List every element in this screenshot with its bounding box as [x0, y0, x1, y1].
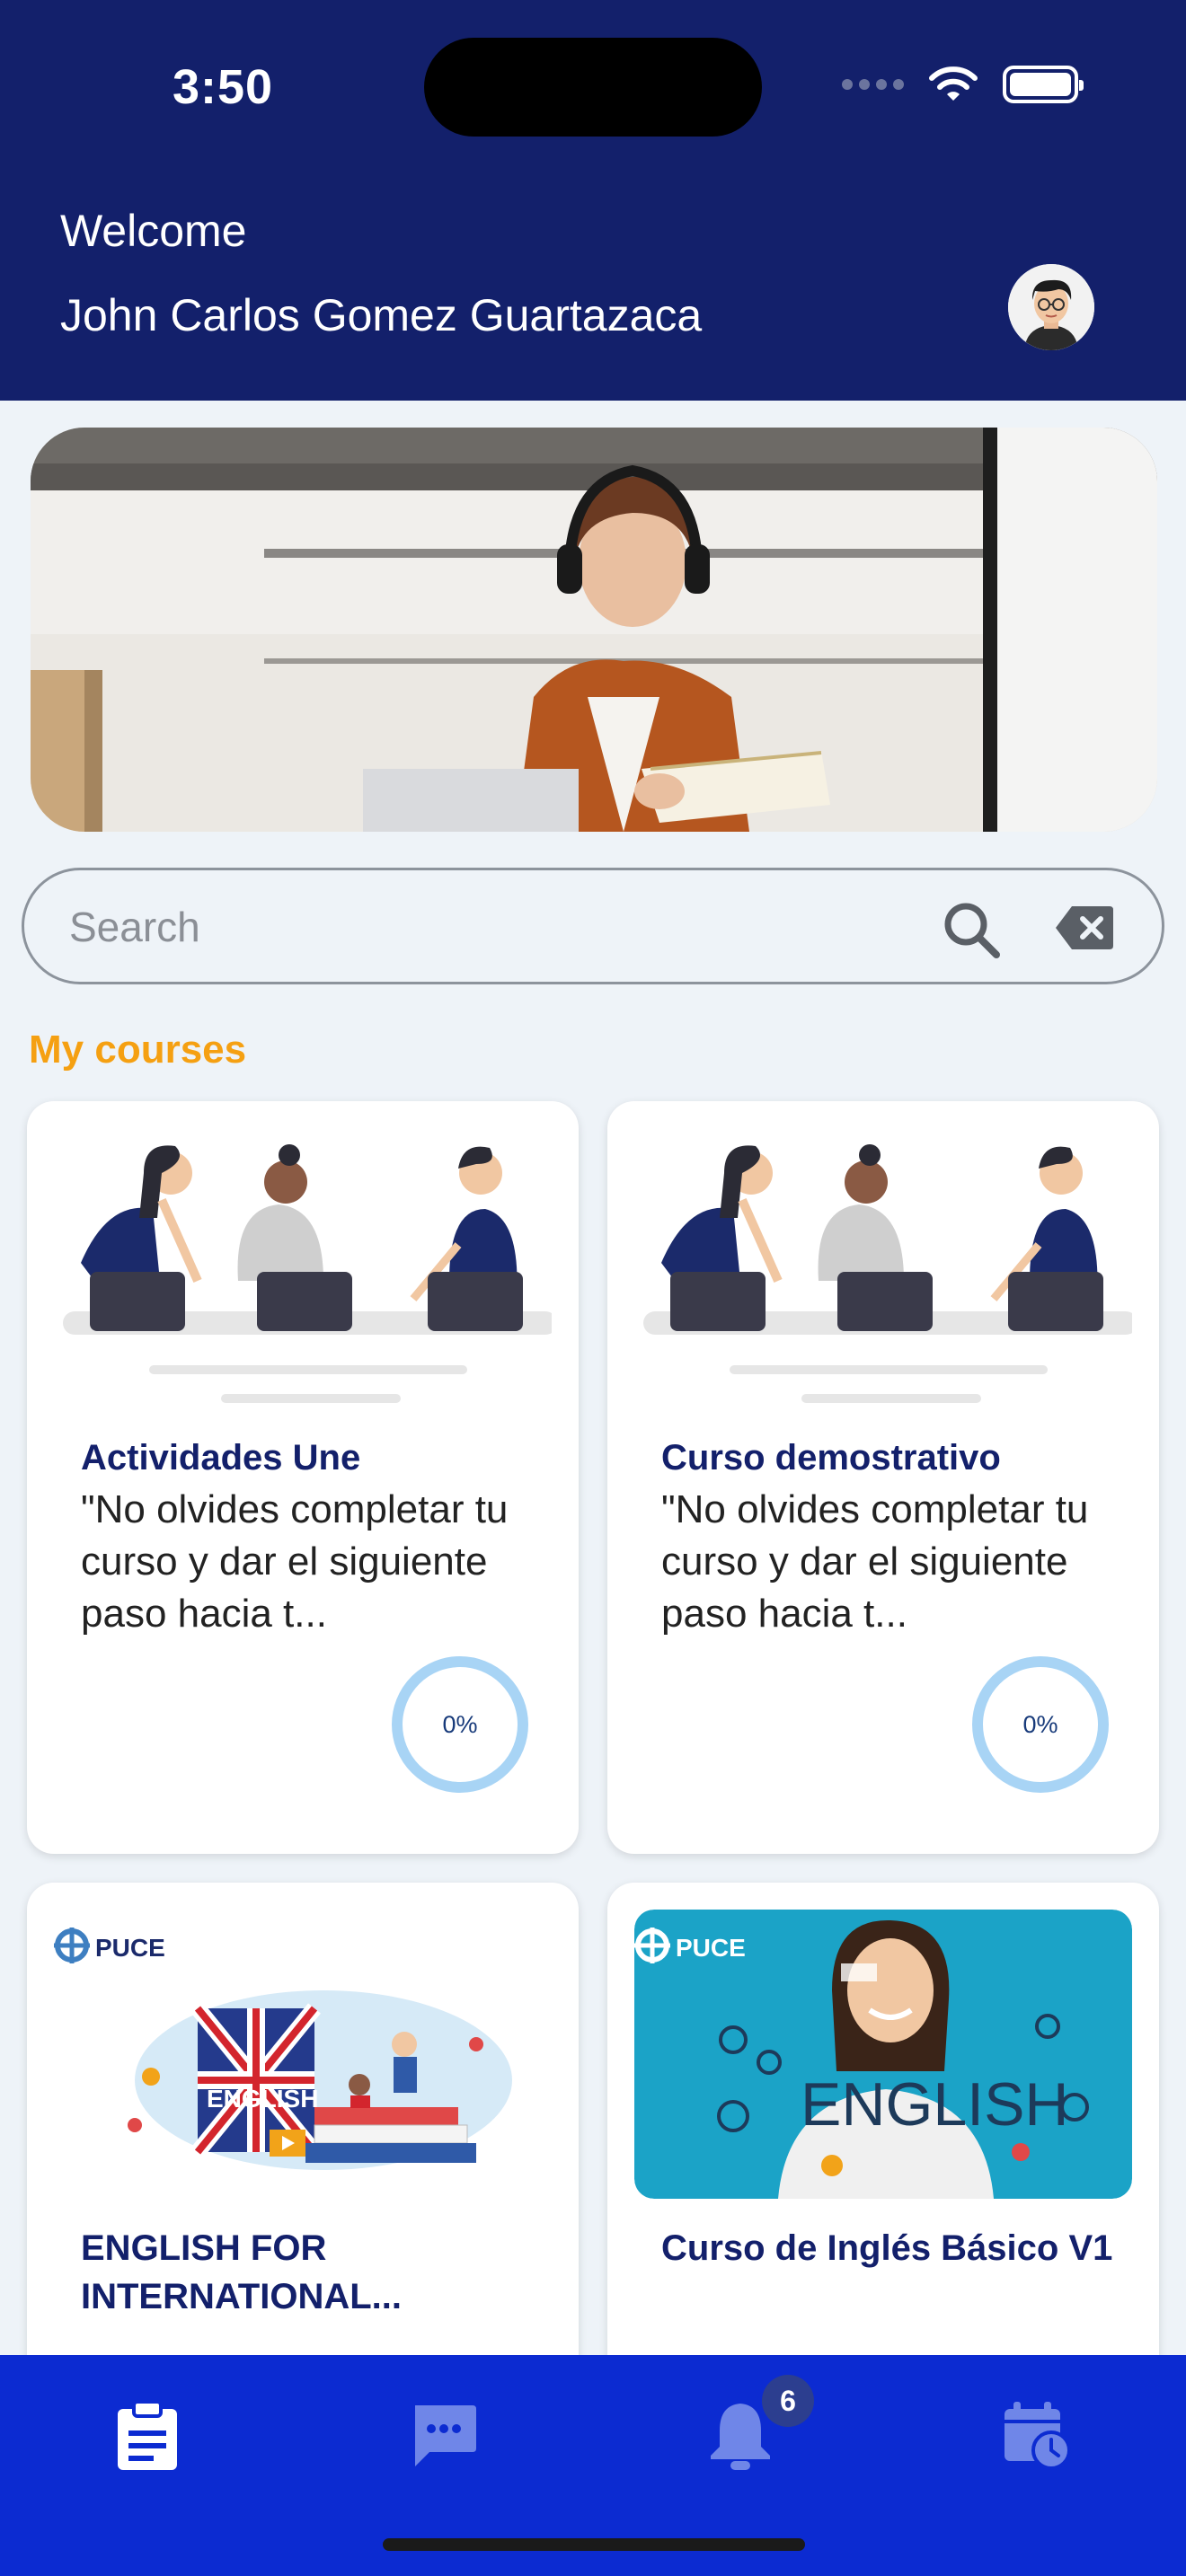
course-title: Curso demostrativo — [661, 1438, 1001, 1478]
search-icon[interactable] — [939, 897, 1004, 962]
status-time: 3:50 — [173, 60, 274, 114]
puce-logo-text: PUCE — [676, 1934, 746, 1962]
course-title: Actividades Une — [81, 1438, 361, 1478]
course-title: ENGLISH FOR INTERNATIONAL... — [81, 2228, 403, 2316]
course-card[interactable]: PUCE ENGLISH ENGLISH FOR INTERNATIONAL..… — [27, 1883, 579, 2386]
course-illustration: PUCE ENGLISH — [634, 1910, 1132, 2199]
nav-courses[interactable] — [102, 2391, 192, 2481]
signal-icon — [842, 79, 904, 90]
status-icons — [842, 65, 1084, 104]
course-card[interactable]: Actividades Une "No olvides completar tu… — [27, 1101, 579, 1854]
search-bar — [22, 868, 1164, 984]
progress-label: 0% — [442, 1711, 478, 1738]
user-name: John Carlos Gomez Guartazaca — [60, 290, 703, 340]
app-header: 3:50 Welcome John Carlos Gomez Guartazac… — [0, 0, 1186, 401]
chat-icon — [415, 2405, 476, 2466]
section-title: My courses — [29, 1028, 247, 1072]
english-label: ENGLISH — [207, 2085, 318, 2113]
home-indicator — [383, 2538, 805, 2551]
puce-logo-text: PUCE — [95, 1934, 165, 1962]
course-illustration: PUCE ENGLISH — [54, 1928, 512, 2170]
course-description: "No olvides completar tu curso y dar el … — [81, 1487, 509, 1636]
course-title: Curso de Inglés Básico V1 — [661, 2228, 1113, 2268]
search-input[interactable] — [69, 895, 878, 958]
battery-icon — [1003, 66, 1084, 103]
clipboard-icon — [118, 2400, 177, 2470]
dynamic-island — [424, 38, 762, 137]
course-card[interactable]: Curso demostrativo "No olvides completar… — [607, 1101, 1159, 1854]
calendar-clock-icon — [1005, 2402, 1071, 2470]
notification-badge: 6 — [762, 2375, 814, 2427]
course-illustration — [643, 1144, 1132, 1403]
wifi-icon — [929, 66, 978, 101]
course-illustration — [63, 1144, 552, 1403]
course-description: "No olvides completar tu curso y dar el … — [661, 1487, 1089, 1636]
progress-label: 0% — [1022, 1711, 1058, 1738]
welcome-label: Welcome — [60, 206, 247, 256]
english-label: ENGLISH — [801, 2070, 1069, 2139]
nav-calendar[interactable] — [992, 2391, 1082, 2481]
nav-messages[interactable] — [399, 2391, 489, 2481]
hero-banner-image — [31, 428, 1157, 832]
avatar[interactable] — [1008, 264, 1094, 350]
clear-icon[interactable] — [1054, 904, 1115, 951]
course-card[interactable]: PUCE ENGLISH Curso de Inglés Básico V1 — [607, 1883, 1159, 2386]
